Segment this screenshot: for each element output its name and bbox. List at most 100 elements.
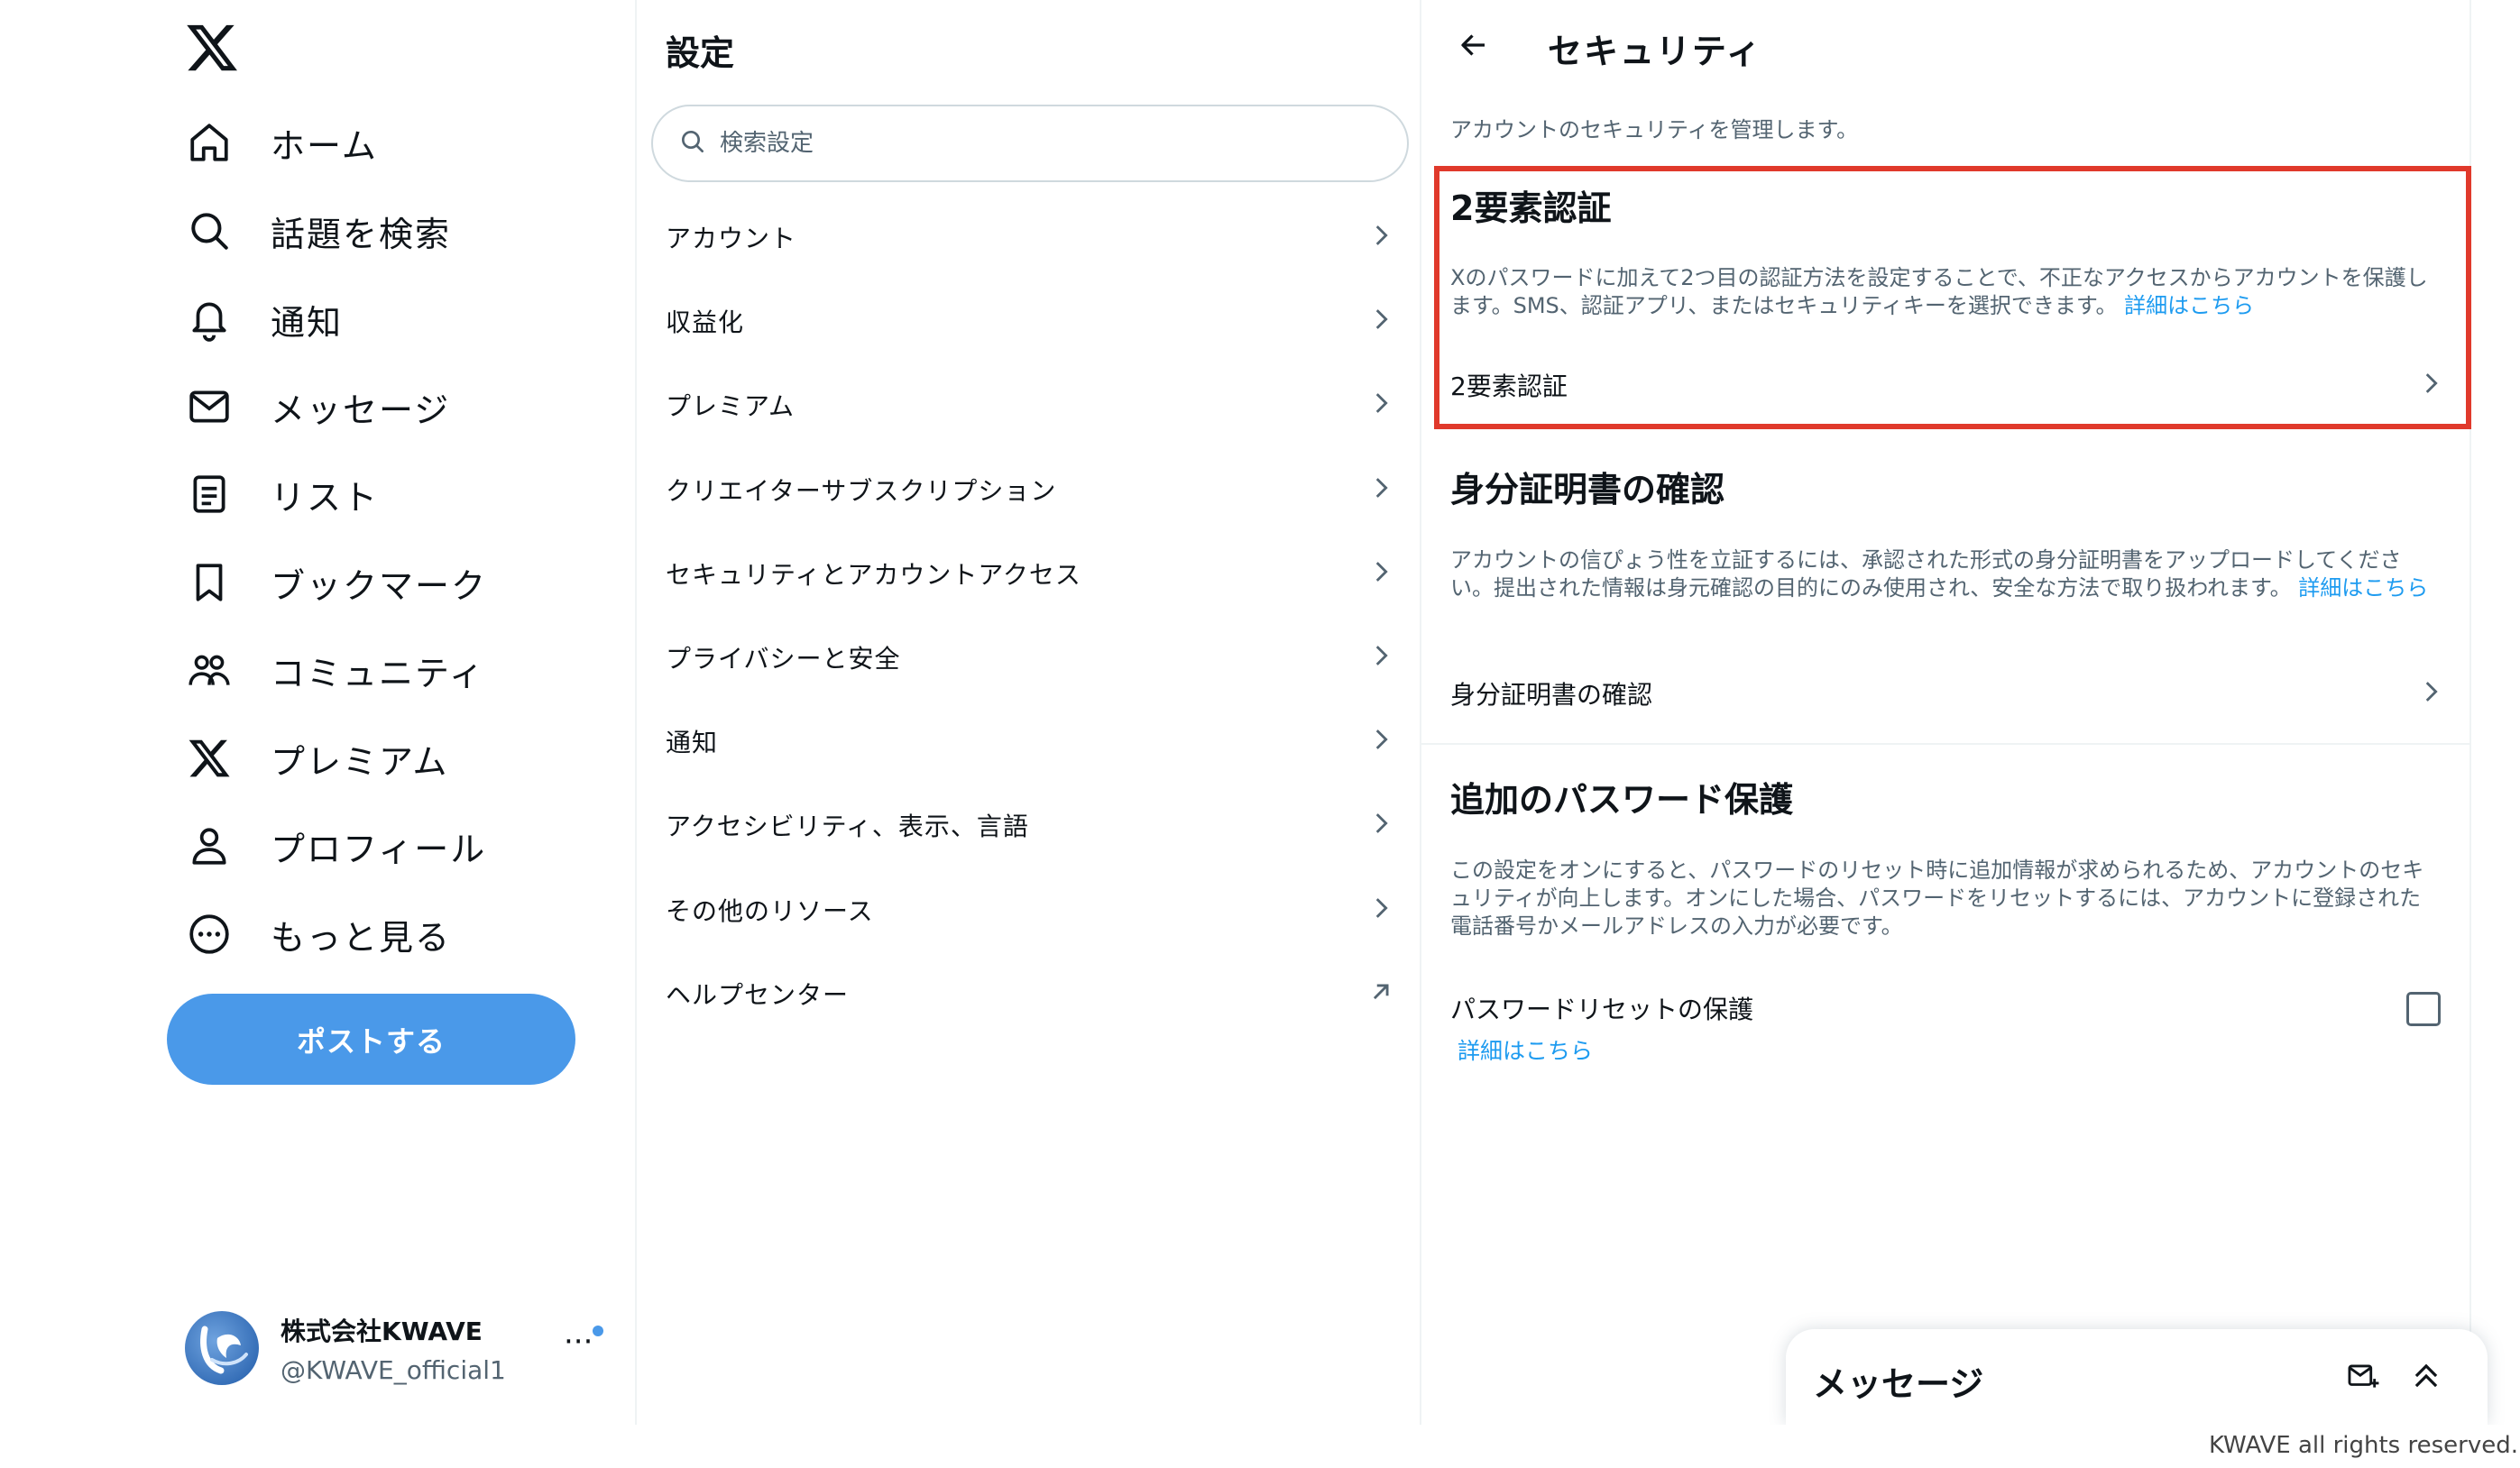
settings-item-label: プレミアム (666, 390, 796, 421)
nav-item-explore[interactable]: 話題を検索 (180, 195, 595, 267)
nav-item-bookmarks[interactable]: ブックマーク (180, 546, 595, 619)
mail-icon (180, 378, 238, 436)
nav-item-more[interactable]: もっと見る (180, 898, 595, 970)
nav-label: コミュニティ (271, 653, 485, 693)
settings-item-creator-subscriptions[interactable]: クリエイターサブスクリプション (637, 447, 1420, 531)
security-column: セキュリティ アカウントのセキュリティを管理します。 2要素認証 Xのパスワード… (1421, 0, 2471, 1425)
chevron-right-icon (1366, 388, 1396, 422)
left-navigation: ホーム 話題を検索 通知 メッセージ リスト ブックマーク コミュニティ プレミ… (0, 0, 635, 1425)
chevron-right-icon (2415, 676, 2446, 711)
new-message-icon[interactable] (2343, 1356, 2383, 1396)
external-link-arrow-icon (1366, 977, 1396, 1011)
nav-label: 通知 (271, 302, 344, 343)
settings-item-account[interactable]: アカウント (637, 195, 1420, 279)
nav-item-communities[interactable]: コミュニティ (180, 634, 595, 706)
settings-item-help-center[interactable]: ヘルプセンター (637, 951, 1420, 1035)
settings-item-label: クリエイターサブスクリプション (666, 475, 1057, 506)
avatar (185, 1311, 259, 1385)
messages-drawer-title: メッセージ (1813, 1364, 1984, 1404)
settings-column: 設定 アカウント 収益化 プレミアム クリエイターサブスクリプション セキュリテ… (637, 0, 1420, 1425)
notification-dot (593, 1326, 603, 1336)
settings-item-label: セキュリティとアカウントアクセス (666, 559, 1081, 590)
password-reset-protection-label: パスワードリセットの保護 (1450, 995, 1754, 1024)
settings-item-resources[interactable]: その他のリソース (637, 867, 1420, 951)
settings-item-label: 収益化 (666, 307, 745, 337)
page-title: 設定 (666, 33, 735, 73)
settings-item-label: プライバシーと安全 (666, 643, 901, 674)
nav-item-notifications[interactable]: 通知 (180, 283, 595, 355)
password-protection-heading: 追加のパスワード保護 (1450, 780, 1794, 820)
back-button[interactable] (1449, 20, 1499, 70)
arrow-left-icon (1461, 34, 1485, 56)
nav-item-lists[interactable]: リスト (180, 458, 595, 530)
nav-item-home[interactable]: ホーム (180, 106, 595, 179)
security-header: セキュリティ (1421, 0, 2471, 90)
nav-item-premium[interactable]: プレミアム (180, 722, 595, 794)
security-title: セキュリティ (1548, 32, 1762, 71)
chevron-right-icon (1366, 556, 1396, 591)
account-name: 株式会社KWAVE (281, 1316, 483, 1346)
nav-label: ブックマーク (271, 565, 488, 606)
list-icon (180, 465, 238, 523)
settings-item-label: その他のリソース (666, 895, 874, 926)
nav-item-profile[interactable]: プロフィール (180, 810, 595, 882)
nav-item-messages[interactable]: メッセージ (180, 371, 595, 443)
account-handle: @KWAVE_official1 (281, 1354, 506, 1385)
footer: KWAVE all rights reserved. (0, 1425, 2520, 1468)
settings-item-security[interactable]: セキュリティとアカウントアクセス (637, 531, 1420, 615)
person-icon (180, 817, 238, 875)
password-protection-description: この設定をオンにすると、パスワードのリセット時に追加情報が求められるため、アカウ… (1450, 858, 2424, 939)
x-logo-icon[interactable] (184, 20, 240, 76)
double-chevron-up-icon[interactable] (2406, 1356, 2446, 1396)
chevron-right-icon (1366, 893, 1396, 927)
search-icon (678, 127, 707, 160)
kwave-logo-icon (200, 1326, 248, 1374)
bell-icon (180, 290, 238, 348)
security-subtitle: アカウントのセキュリティを管理します。 (1450, 117, 1859, 142)
settings-item-notifications[interactable]: 通知 (637, 699, 1420, 783)
chevron-right-icon (1366, 220, 1396, 254)
nav-label: リスト (271, 477, 380, 518)
chevron-right-icon (1366, 808, 1396, 842)
settings-item-label: ヘルプセンター (666, 979, 850, 1010)
password-protection-learn-more-link[interactable]: 詳細はこちら (1458, 1033, 1593, 1066)
nav-label: ホーム (271, 125, 378, 166)
settings-item-label: アカウント (666, 223, 797, 253)
post-button[interactable]: ポストする (167, 994, 575, 1085)
highlight-box (1434, 166, 2471, 429)
messages-drawer[interactable]: メッセージ (1786, 1329, 2488, 1425)
nav-label: もっと見る (271, 917, 452, 958)
password-reset-protection-checkbox[interactable] (2406, 992, 2441, 1026)
settings-search[interactable] (651, 105, 1409, 182)
settings-item-monetization[interactable]: 収益化 (637, 279, 1420, 362)
settings-item-premium[interactable]: プレミアム (637, 362, 1420, 446)
community-icon (180, 641, 238, 699)
nav-label: プレミアム (271, 741, 449, 782)
bookmark-icon (180, 554, 238, 611)
home-icon (180, 114, 238, 171)
section-divider (1421, 743, 2471, 745)
settings-item-privacy[interactable]: プライバシーと安全 (637, 615, 1420, 699)
more-circle-icon (180, 905, 238, 963)
id-verification-heading: 身分証明書の確認 (1450, 470, 1725, 509)
nav-label: プロフィール (271, 829, 487, 869)
chevron-right-icon (1366, 473, 1396, 507)
x-logo-icon (180, 729, 238, 787)
nav-label: メッセージ (271, 390, 451, 430)
settings-item-label: 通知 (666, 727, 719, 757)
id-verification-description: アカウントの信ぴょう性を立証するには、承認された形式の身分証明書をアップロードし… (1450, 546, 2442, 602)
id-verification-learn-more-link[interactable]: 詳細はこちら (2298, 575, 2428, 601)
id-verification-row-label: 身分証明書の確認 (1450, 680, 1653, 710)
chevron-right-icon (1366, 304, 1396, 338)
id-verification-row[interactable]: 身分証明書の確認 (1421, 653, 2471, 734)
settings-item-accessibility[interactable]: アクセシビリティ、表示、言語 (637, 783, 1420, 867)
search-input[interactable] (720, 130, 1351, 157)
id-verification-desc-text: アカウントの信ぴょう性を立証するには、承認された形式の身分証明書をアップロードし… (1450, 547, 2402, 601)
search-icon (180, 202, 238, 260)
nav-label: 話題を検索 (271, 214, 452, 254)
chevron-right-icon (1366, 724, 1396, 758)
settings-item-label: アクセシビリティ、表示、言語 (666, 811, 1029, 841)
chevron-right-icon (1366, 640, 1396, 674)
footer-copyright: KWAVE all rights reserved. (2208, 1432, 2518, 1459)
account-switcher[interactable]: 株式会社KWAVE @KWAVE_official1 ··· (185, 1307, 618, 1389)
